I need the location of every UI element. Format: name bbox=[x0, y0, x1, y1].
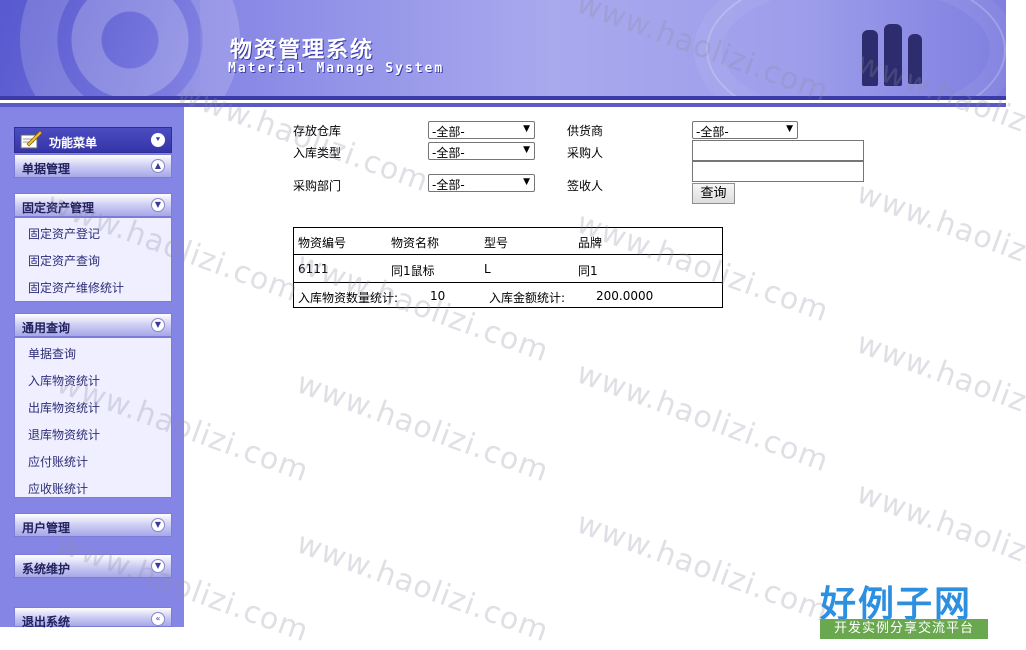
buyer-input[interactable] bbox=[692, 140, 864, 161]
dropdown-arrow-icon: ▼ bbox=[523, 145, 530, 155]
table-divider bbox=[294, 254, 722, 255]
chevron-down-icon[interactable]: ▼ bbox=[151, 559, 165, 573]
watermark-text: www.haolizi.com bbox=[292, 365, 554, 490]
query-button[interactable]: 查询 bbox=[692, 183, 735, 204]
select-value: -全部- bbox=[696, 125, 729, 139]
summary-amount-label: 入库金额统计: bbox=[489, 291, 566, 305]
table-header: 品牌 bbox=[578, 236, 603, 250]
menu-item-return-stats[interactable]: 退库物资统计 bbox=[28, 426, 100, 443]
watermark-text: www.haolizi.com bbox=[292, 525, 554, 650]
dropdown-arrow-icon: ▼ bbox=[786, 124, 793, 134]
summary-amount-value: 200.0000 bbox=[596, 289, 654, 303]
stock-type-label: 入库类型 bbox=[293, 146, 342, 160]
menu-item-fixed-asset-register[interactable]: 固定资产登记 bbox=[28, 225, 100, 242]
table-cell: 同1 bbox=[578, 264, 598, 278]
dropdown-arrow-icon: ▼ bbox=[523, 177, 530, 187]
menu-item-payable-stats[interactable]: 应付账统计 bbox=[28, 453, 88, 470]
table-header: 型号 bbox=[484, 236, 509, 250]
select-value: -全部- bbox=[432, 146, 465, 160]
menu-item-receivable-stats[interactable]: 应收账统计 bbox=[28, 480, 88, 497]
menu-section-label: 固定资产管理 bbox=[22, 201, 95, 215]
menu-item-fixed-asset-repair-stats[interactable]: 固定资产维修统计 bbox=[28, 279, 124, 296]
warehouse-select[interactable]: -全部- ▼ bbox=[428, 121, 535, 139]
dropdown-arrow-icon: ▼ bbox=[523, 124, 530, 134]
menu-section-document-management[interactable]: 单据管理 ▲ bbox=[14, 154, 172, 178]
general-query-menu: 单据查询 入库物资统计 出库物资统计 退库物资统计 应付账统计 应收账统计 bbox=[14, 337, 172, 498]
logo-tagline: 开发实例分享交流平台 bbox=[820, 619, 988, 639]
fixed-assets-menu: 固定资产登记 固定资产查询 固定资产维修统计 bbox=[14, 217, 172, 302]
results-table: 物资编号 物资名称 型号 品牌 6111 同1鼠标 L 同1 入库物资数量统计:… bbox=[293, 227, 723, 308]
menu-item-inbound-stats[interactable]: 入库物资统计 bbox=[28, 372, 100, 389]
menu-section-label: 系统维护 bbox=[22, 562, 71, 576]
chevron-up-icon[interactable]: ▲ bbox=[151, 159, 165, 173]
menu-item-fixed-asset-query[interactable]: 固定资产查询 bbox=[28, 252, 100, 269]
menu-section-fixed-assets[interactable]: 固定资产管理 ▼ bbox=[14, 193, 172, 217]
chevron-left-icon[interactable]: « bbox=[151, 612, 165, 626]
table-divider bbox=[294, 282, 722, 283]
chevron-down-icon[interactable]: ⯆ bbox=[151, 133, 165, 147]
gear-graphic bbox=[20, 0, 240, 96]
buyer-label: 采购人 bbox=[567, 146, 604, 160]
dept-select[interactable]: -全部- ▼ bbox=[428, 174, 535, 192]
app-title: 物资管理系统 bbox=[230, 38, 375, 63]
person-silhouette bbox=[884, 24, 902, 86]
function-menu-header[interactable]: 功能菜单 ⯆ bbox=[14, 127, 172, 153]
menu-section-label: 单据管理 bbox=[22, 162, 71, 176]
menu-section-general-query[interactable]: 通用查询 ▼ bbox=[14, 313, 172, 337]
chevron-down-icon[interactable]: ▼ bbox=[151, 318, 165, 332]
chevron-down-icon[interactable]: ▼ bbox=[151, 518, 165, 532]
person-silhouette bbox=[862, 30, 878, 86]
site-logo: 好例子网 开发实例分享交流平台 bbox=[818, 575, 990, 641]
select-value: -全部- bbox=[432, 125, 465, 139]
warehouse-label: 存放仓库 bbox=[293, 124, 342, 138]
menu-item-outbound-stats[interactable]: 出库物资统计 bbox=[28, 399, 100, 416]
menu-section-exit[interactable]: 退出系统 « bbox=[14, 607, 172, 629]
menu-section-system-maintenance[interactable]: 系统维护 ▼ bbox=[14, 554, 172, 578]
menu-section-label: 通用查询 bbox=[22, 321, 71, 335]
table-cell: 同1鼠标 bbox=[391, 264, 435, 278]
receiver-label: 签收人 bbox=[567, 179, 604, 193]
menu-section-user-management[interactable]: 用户管理 ▼ bbox=[14, 513, 172, 537]
watermark-text: www.haolizi.com bbox=[852, 325, 1026, 450]
summary-qty-label: 入库物资数量统计: bbox=[298, 291, 399, 305]
dept-label: 采购部门 bbox=[293, 179, 342, 193]
table-header: 物资名称 bbox=[391, 236, 440, 250]
chevron-down-icon[interactable]: ▼ bbox=[151, 198, 165, 212]
stock-type-select[interactable]: -全部- ▼ bbox=[428, 142, 535, 160]
menu-section-label: 用户管理 bbox=[22, 521, 71, 535]
pencil-note-icon bbox=[20, 130, 43, 149]
sidebar: 功能菜单 ⯆ 单据管理 ▲ 固定资产管理 ▼ 固定资产登记 固定资产查询 固定资… bbox=[0, 107, 184, 629]
watermark-text: www.haolizi.com bbox=[572, 355, 834, 480]
person-silhouette bbox=[908, 34, 922, 84]
watermark-text: www.haolizi.com bbox=[852, 175, 1026, 300]
summary-qty-value: 10 bbox=[430, 289, 446, 303]
app-subtitle: Material Manage System bbox=[228, 61, 445, 76]
receiver-input[interactable] bbox=[692, 161, 864, 182]
select-value: -全部- bbox=[432, 178, 465, 192]
supplier-select[interactable]: -全部- ▼ bbox=[692, 121, 798, 139]
menu-section-label: 退出系统 bbox=[22, 615, 71, 629]
function-menu-label: 功能菜单 bbox=[49, 136, 98, 150]
supplier-label: 供货商 bbox=[567, 124, 604, 138]
globe-swirl-graphic bbox=[706, 0, 1006, 96]
watermark-text: www.haolizi.com bbox=[572, 505, 834, 630]
header-banner: 物资管理系统 Material Manage System bbox=[0, 0, 1006, 96]
table-cell: L bbox=[484, 262, 491, 276]
table-header: 物资编号 bbox=[298, 236, 347, 250]
menu-item-document-query[interactable]: 单据查询 bbox=[28, 345, 76, 362]
table-cell: 6111 bbox=[298, 262, 329, 276]
